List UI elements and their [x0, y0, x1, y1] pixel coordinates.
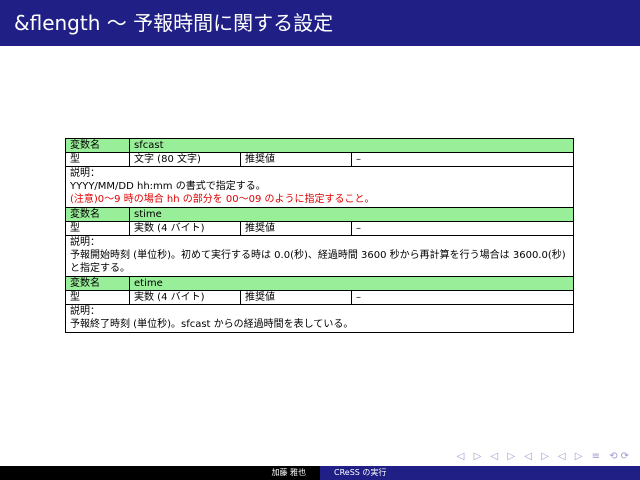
var-name-value: etime	[129, 276, 574, 291]
footer-bar: 加藤 雅也 CReSS の実行	[0, 466, 640, 480]
variable-header-row: 変数名 sfcast	[65, 138, 574, 153]
var-name-label: 変数名	[65, 138, 130, 153]
description-label: 説明：	[70, 306, 100, 317]
variable-type-row: 型 実数 (4 バイト) 推奨値 –	[65, 290, 574, 305]
recommended-label: 推奨値	[240, 290, 352, 305]
description-text: 予報終了時刻 (単位秒)。sfcast からの経過時間を表している。	[70, 319, 354, 330]
recommended-label: 推奨値	[240, 152, 352, 167]
variable-description-row: 説明： 予報終了時刻 (単位秒)。sfcast からの経過時間を表している。	[65, 304, 574, 333]
type-label: 型	[65, 152, 130, 167]
slide-title-bar: &flength 〜 予報時間に関する設定	[0, 0, 640, 46]
recommended-value: –	[351, 290, 574, 305]
var-name-label: 変数名	[65, 207, 130, 222]
variable-description-row: 説明： YYYY/MM/DD hh:mm の書式で指定する。 (注意)0〜9 時…	[65, 166, 574, 208]
variable-description-row: 説明： 予報開始時刻 (単位秒)。初めて実行する時は 0.0(秒)、経過時間 3…	[65, 235, 574, 277]
recommended-label: 推奨値	[240, 221, 352, 236]
slide-title: &flength 〜 予報時間に関する設定	[14, 11, 334, 35]
recommended-value: –	[351, 221, 574, 236]
description-label: 説明：	[70, 237, 100, 248]
description-label: 説明：	[70, 168, 100, 179]
variable-type-row: 型 実数 (4 バイト) 推奨値 –	[65, 221, 574, 236]
description-note: (注意)0〜9 時の場合 hh の部分を 00〜09 のように指定すること。	[70, 194, 375, 205]
type-label: 型	[65, 221, 130, 236]
description-text: 予報開始時刻 (単位秒)。初めて実行する時は 0.0(秒)、経過時間 3600 …	[70, 250, 566, 274]
var-name-value: sfcast	[129, 138, 574, 153]
type-label: 型	[65, 290, 130, 305]
description-cell: 説明： 予報開始時刻 (単位秒)。初めて実行する時は 0.0(秒)、経過時間 3…	[65, 235, 574, 277]
footer-author: 加藤 雅也	[0, 466, 320, 480]
recommended-value: –	[351, 152, 574, 167]
description-cell: 説明： YYYY/MM/DD hh:mm の書式で指定する。 (注意)0〜9 時…	[65, 166, 574, 208]
var-name-value: stime	[129, 207, 574, 222]
variable-header-row: 変数名 stime	[65, 207, 574, 222]
footer-title: CReSS の実行	[320, 466, 640, 480]
beamer-navigation-icons[interactable]: ◁ ▷ ◁ ▷ ◁ ▷ ◁ ▷ ≡ ⟲⟳	[457, 451, 632, 462]
type-value: 実数 (4 バイト)	[129, 290, 241, 305]
variable-table: 変数名 sfcast 型 文字 (80 文字) 推奨値 – 説明： YYYY/M…	[65, 138, 574, 333]
variable-header-row: 変数名 etime	[65, 276, 574, 291]
type-value: 実数 (4 バイト)	[129, 221, 241, 236]
type-value: 文字 (80 文字)	[129, 152, 241, 167]
description-text: YYYY/MM/DD hh:mm の書式で指定する。	[70, 181, 266, 192]
var-name-label: 変数名	[65, 276, 130, 291]
variable-type-row: 型 文字 (80 文字) 推奨値 –	[65, 152, 574, 167]
description-cell: 説明： 予報終了時刻 (単位秒)。sfcast からの経過時間を表している。	[65, 304, 574, 333]
